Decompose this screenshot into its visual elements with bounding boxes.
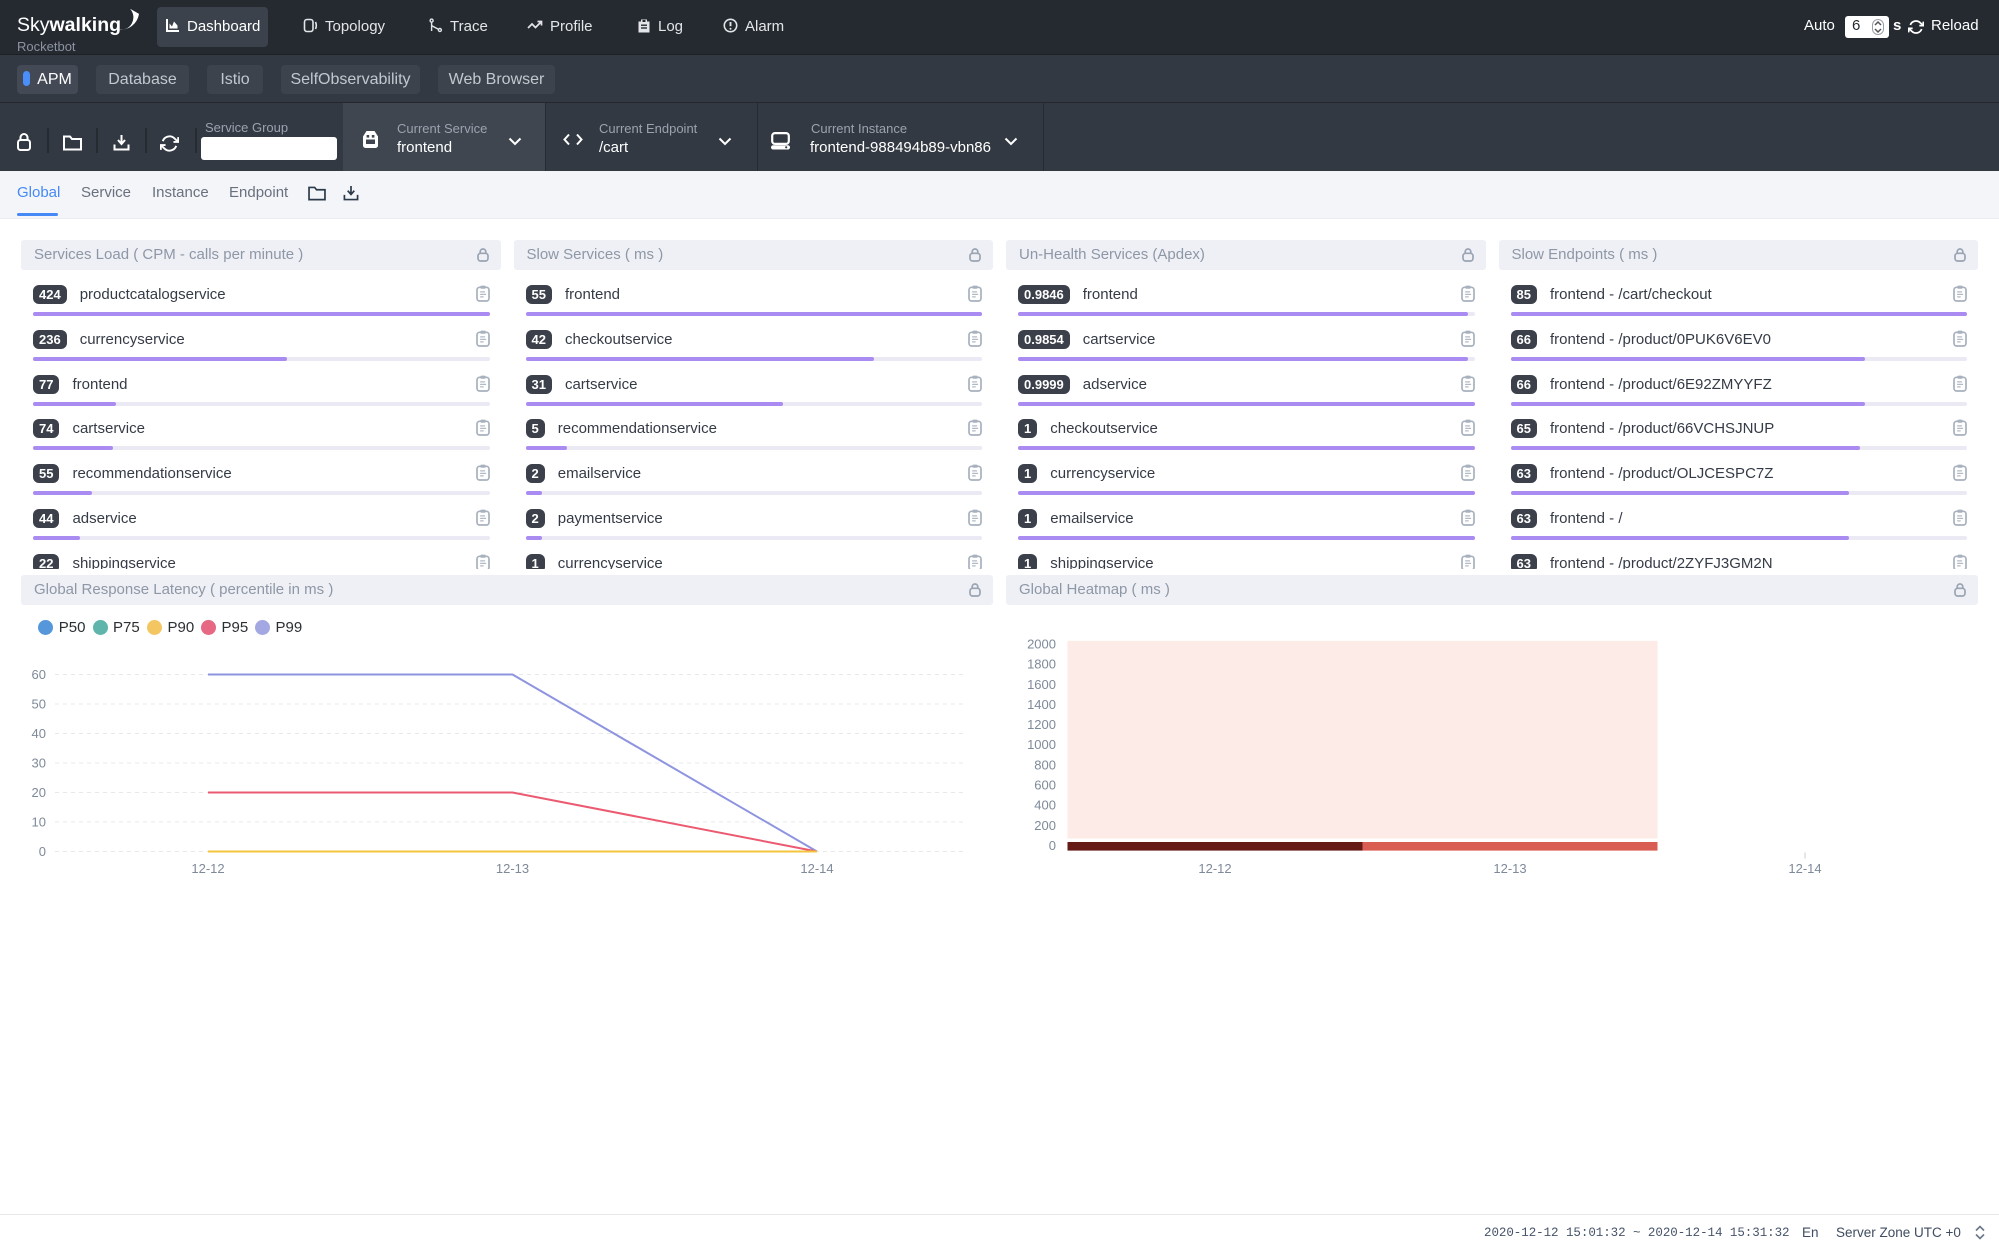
svg-text:12-14: 12-14 — [1788, 861, 1821, 876]
svg-text:12-13: 12-13 — [1493, 861, 1526, 876]
svg-text:800: 800 — [1034, 757, 1056, 772]
svg-text:10: 10 — [32, 815, 46, 830]
svg-text:200: 200 — [1034, 818, 1056, 833]
svg-text:1800: 1800 — [1027, 657, 1056, 672]
svg-text:1200: 1200 — [1027, 717, 1056, 732]
svg-text:12-12: 12-12 — [1198, 861, 1231, 876]
svg-text:1400: 1400 — [1027, 697, 1056, 712]
svg-text:400: 400 — [1034, 798, 1056, 813]
svg-text:40: 40 — [32, 726, 46, 741]
svg-text:12-14: 12-14 — [800, 861, 833, 876]
svg-text:60: 60 — [32, 667, 46, 682]
svg-text:1600: 1600 — [1027, 677, 1056, 692]
svg-text:0: 0 — [39, 844, 46, 859]
svg-text:1000: 1000 — [1027, 737, 1056, 752]
svg-text:12-12: 12-12 — [191, 861, 224, 876]
svg-text:50: 50 — [32, 697, 46, 712]
svg-text:30: 30 — [32, 756, 46, 771]
svg-text:20: 20 — [32, 785, 46, 800]
svg-text:0: 0 — [1049, 838, 1056, 853]
svg-text:12-13: 12-13 — [496, 861, 529, 876]
svg-text:2000: 2000 — [1027, 637, 1056, 652]
svg-text:600: 600 — [1034, 778, 1056, 793]
